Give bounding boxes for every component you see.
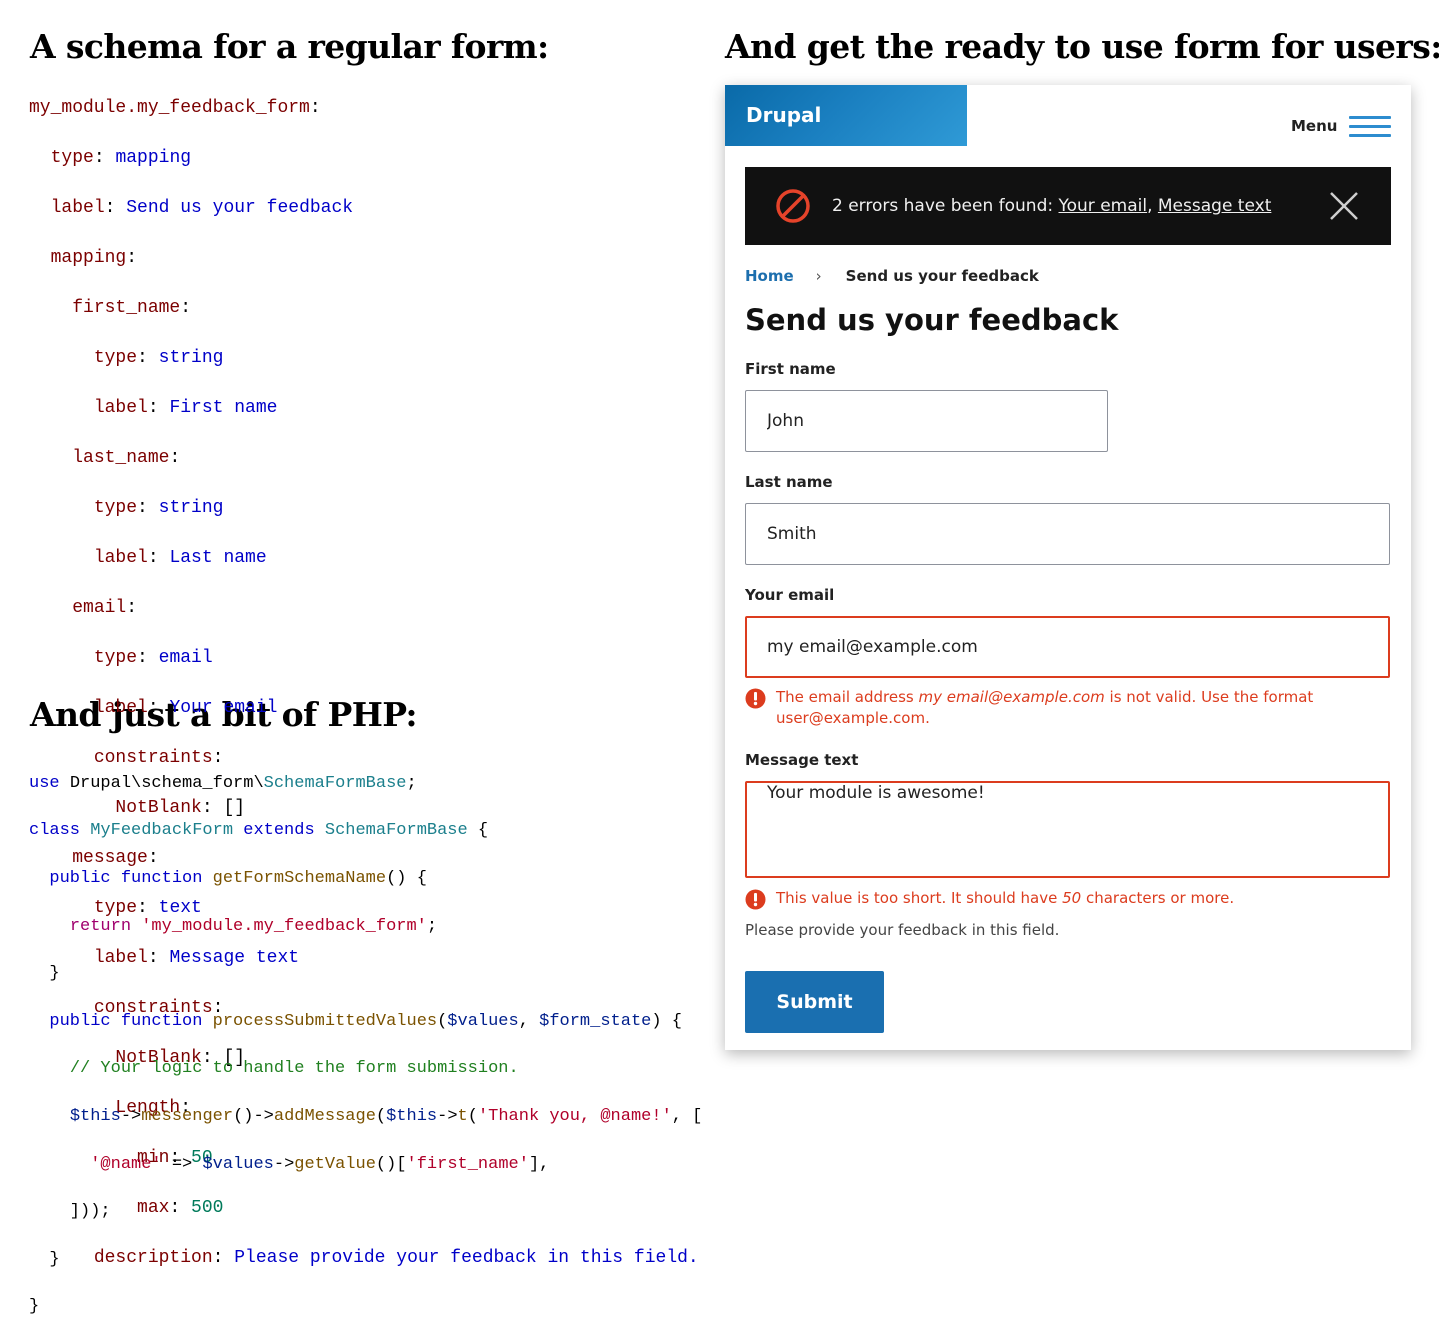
error-messages-alert: 2 errors have been found: Your email, Me…: [745, 167, 1391, 245]
message-description: Please provide your feedback in this fie…: [745, 921, 1060, 939]
close-icon[interactable]: [1329, 191, 1359, 221]
message-error-message: This value is too short. It should have …: [745, 888, 1345, 910]
first-name-input[interactable]: [745, 390, 1108, 452]
email-label: Your email: [745, 586, 835, 604]
schema-heading: A schema for a regular form:: [30, 27, 549, 66]
email-input[interactable]: [745, 616, 1390, 678]
message-textarea[interactable]: Your module is awesome!: [745, 781, 1390, 878]
last-name-input[interactable]: [745, 503, 1390, 565]
warning-icon: [745, 889, 766, 910]
error-link-email[interactable]: Your email: [1059, 196, 1148, 216]
chevron-right-icon: ›: [815, 267, 822, 285]
php-code-block: use Drupal\schema_form\SchemaFormBase; c…: [29, 773, 703, 1317]
hamburger-menu-icon[interactable]: [1349, 116, 1391, 138]
drupal-logo[interactable]: Drupal: [725, 85, 967, 146]
form-heading: And get the ready to use form for users:: [725, 27, 1439, 66]
page-title: Send us your feedback: [745, 303, 1119, 337]
error-summary: 2 errors have been found: Your email, Me…: [832, 196, 1272, 216]
breadcrumb-current: Send us your feedback: [845, 267, 1039, 285]
message-label: Message text: [745, 751, 859, 769]
last-name-label: Last name: [745, 473, 833, 491]
error-link-message[interactable]: Message text: [1158, 196, 1271, 216]
email-error-message: The email address my email@example.com i…: [745, 687, 1345, 729]
warning-icon: [745, 688, 766, 709]
first-name-label: First name: [745, 360, 836, 378]
drupal-form-preview: Drupal Menu 2 errors have been found: Yo…: [725, 85, 1411, 1050]
breadcrumb-home-link[interactable]: Home: [745, 267, 794, 285]
menu-label[interactable]: Menu: [1291, 117, 1337, 135]
error-circle-icon: [776, 189, 810, 223]
submit-button[interactable]: Submit: [745, 971, 884, 1033]
breadcrumb: Home › Send us your feedback: [745, 267, 1039, 285]
